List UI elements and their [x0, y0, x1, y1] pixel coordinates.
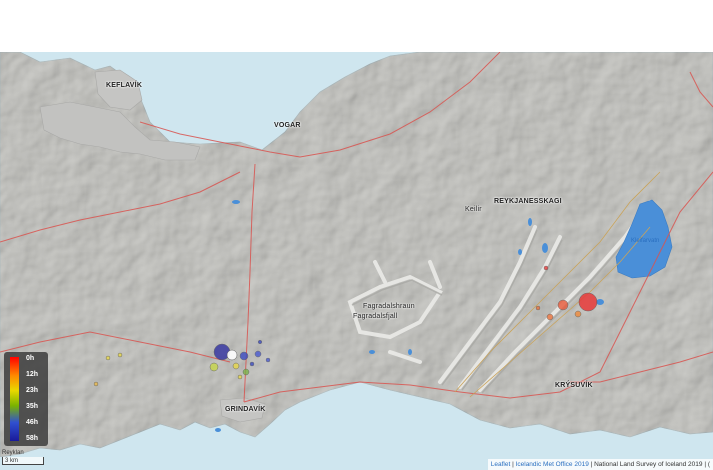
- top-blank-area: ': [0, 0, 713, 52]
- map-view[interactable]: KEFLAVÍK VOGAR REYKJANESSKAGI Keilir Fag…: [0, 52, 713, 470]
- attribution-text: | National Land Survey of Iceland 2019 |: [588, 461, 708, 468]
- place-label-fagradalshraun: Fagradalshraun: [363, 303, 415, 310]
- place-label-grindavik: GRINDAVÍK: [225, 406, 266, 413]
- earthquake-marker: [265, 357, 271, 363]
- place-label-reykjanesskagi: REYKJANESSKAGI: [494, 198, 562, 205]
- scale-bar: 3 km: [2, 457, 44, 465]
- legend-label: 58h: [26, 435, 39, 442]
- time-legend: 0h 12h 23h 35h 46h 58h: [4, 352, 48, 446]
- earthquake-marker: [578, 292, 598, 312]
- earthquake-marker: [249, 361, 255, 367]
- legend-label: 12h: [26, 371, 39, 378]
- place-label-keilir: Keilir: [465, 206, 482, 213]
- earthquake-marker: [117, 352, 123, 358]
- earthquake-marker: [237, 374, 243, 380]
- earthquake-marker: [257, 339, 263, 345]
- place-label-keflavik: KEFLAVÍK: [106, 82, 143, 89]
- earthquake-marker: [546, 313, 554, 321]
- legend-label: 46h: [26, 419, 39, 426]
- scale-control: Reyklan 3 km: [2, 450, 44, 465]
- earthquake-marker: [226, 349, 238, 361]
- earthquake-marker: [105, 355, 111, 361]
- scale-top-label: Reyklan: [2, 450, 24, 456]
- earthquake-marker: [557, 299, 569, 311]
- met-office-link[interactable]: Icelandic Met Office 2019: [516, 461, 589, 468]
- earthquake-marker: [209, 362, 219, 372]
- earthquake-marker: [93, 381, 99, 387]
- earthquake-marker: [574, 310, 582, 318]
- earthquake-marker: [242, 368, 250, 376]
- earthquake-marker: [535, 305, 541, 311]
- water-label-kleifarvatn: Kleifarvatn: [631, 238, 660, 244]
- legend-color-bar: [10, 357, 19, 441]
- place-label-vogar: VOGAR: [274, 122, 301, 129]
- top-mark: ': [328, 0, 330, 6]
- earthquake-marker: [239, 351, 249, 361]
- legend-label: 23h: [26, 387, 39, 394]
- legend-label: 0h: [26, 355, 35, 362]
- place-label-krysuvik: KRÝSUVÍK: [555, 382, 593, 389]
- earthquake-marker: [232, 362, 240, 370]
- leaflet-link[interactable]: Leaflet: [491, 461, 511, 468]
- earthquake-marker: [254, 350, 262, 358]
- attribution-tail: (: [707, 461, 710, 468]
- place-label-fagradalsfjall: Fagradalsfjall: [353, 313, 398, 320]
- legend-label: 35h: [26, 403, 39, 410]
- earthquake-marker: [543, 265, 549, 271]
- map-canvas[interactable]: [0, 52, 713, 470]
- map-attribution: Leaflet | Icelandic Met Office 2019 | Na…: [487, 459, 713, 470]
